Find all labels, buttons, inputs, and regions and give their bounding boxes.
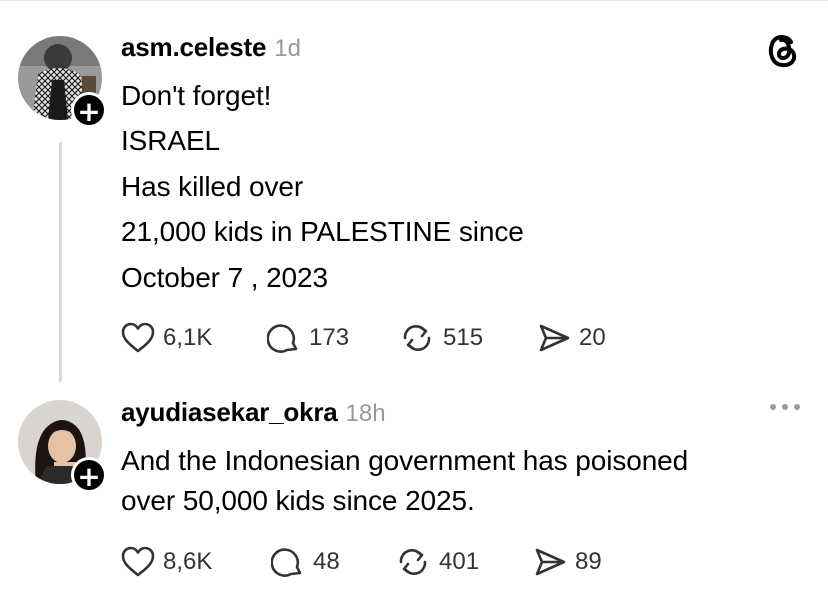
like-count: 8,6K: [163, 548, 213, 575]
reply-count: 48: [313, 548, 340, 575]
repost-button[interactable]: 401: [395, 542, 479, 582]
post-text-line: over 50,000 kids since 2025.: [121, 485, 475, 516]
share-count: 89: [575, 548, 602, 575]
follow-plus-button[interactable]: +: [71, 457, 107, 493]
post-header: ayudiasekar_okra 18h: [121, 397, 386, 428]
username[interactable]: ayudiasekar_okra: [121, 397, 338, 427]
send-paper-plane-icon: [535, 548, 566, 576]
repost-count: 401: [439, 548, 480, 575]
share-button[interactable]: 89: [533, 542, 602, 582]
like-button[interactable]: 8,6K: [121, 542, 212, 582]
post-2: + ayudiasekar_okra 18h And the Indonesian…: [0, 0, 828, 596]
repost-arrows-icon: [399, 549, 427, 575]
comment-bubble-icon: [271, 548, 302, 577]
heart-icon: [121, 546, 155, 577]
timestamp: 18h: [345, 400, 386, 427]
reply-button[interactable]: 48: [271, 542, 340, 582]
post-text-line: And the Indonesian government has poison…: [121, 445, 689, 476]
